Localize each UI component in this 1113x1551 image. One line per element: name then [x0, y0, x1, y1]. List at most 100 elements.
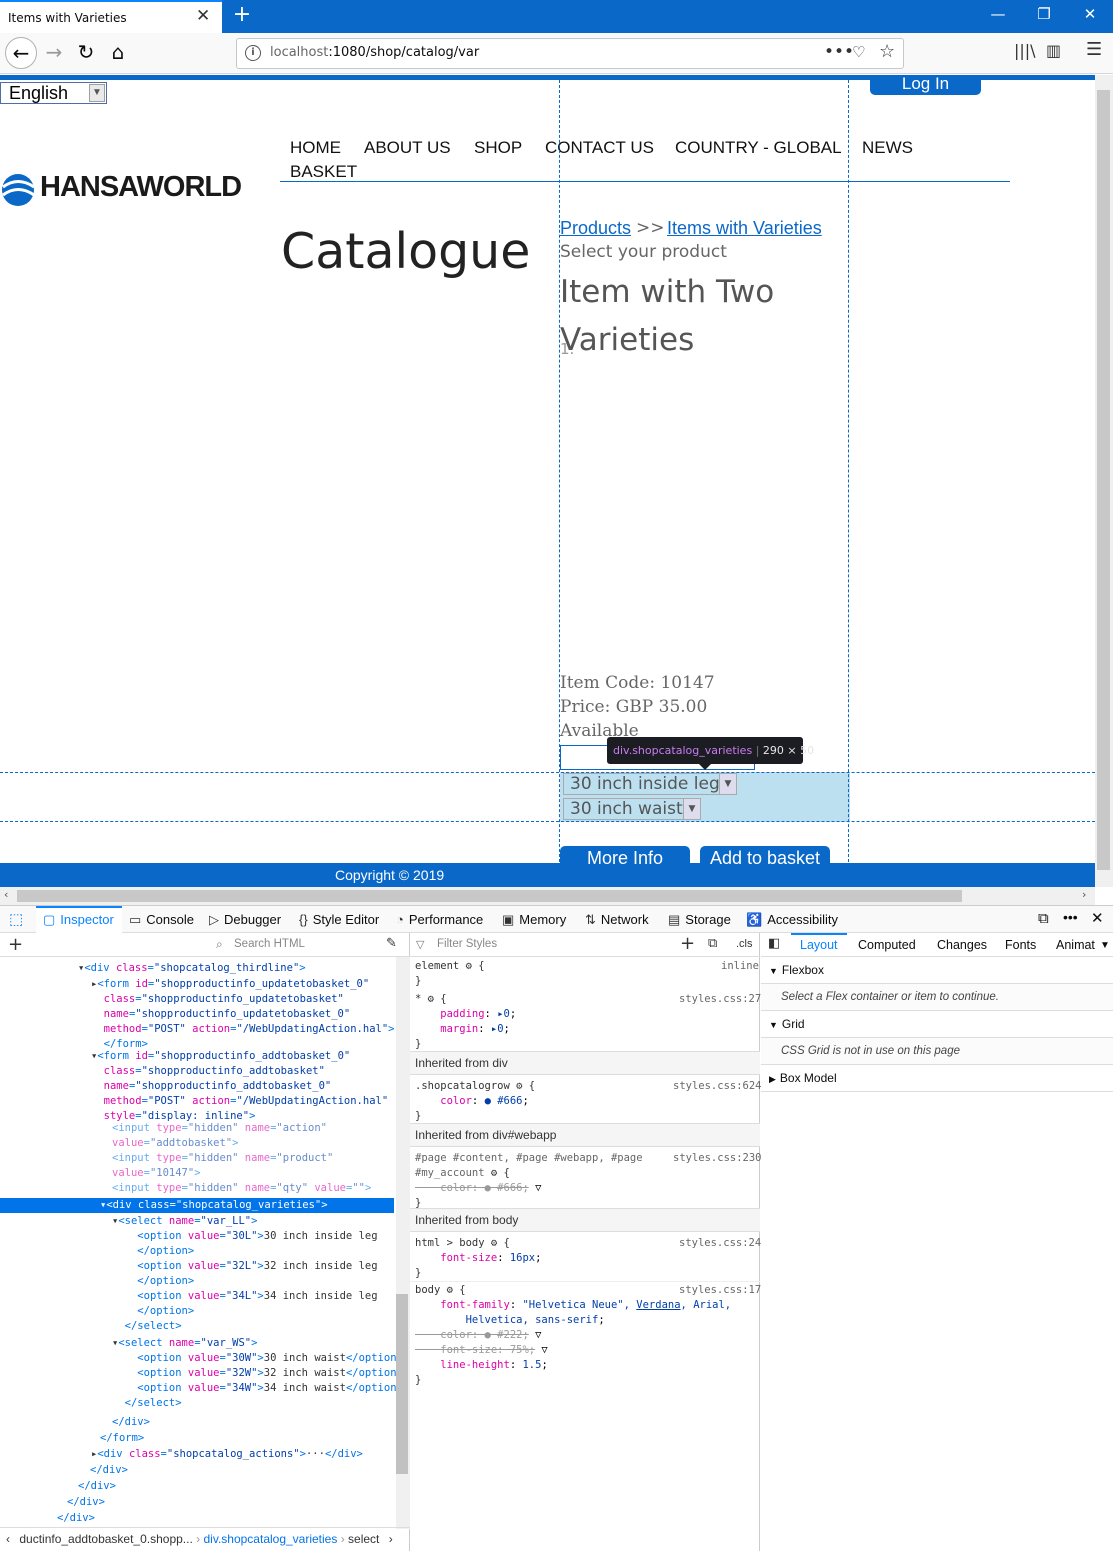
tree-line[interactable]: </form>: [100, 1431, 144, 1446]
add-node-icon[interactable]: +: [8, 934, 23, 955]
tab-performance[interactable]: ◔ Performance: [396, 912, 483, 927]
menu-basket[interactable]: BASKET: [290, 162, 357, 182]
site-info-icon[interactable]: i: [245, 45, 261, 61]
close-devtools-icon[interactable]: ✕: [1091, 909, 1104, 927]
grid-section[interactable]: ▼ Grid: [761, 1011, 1113, 1038]
add-to-basket-button[interactable]: Add to basket: [700, 846, 830, 876]
breadcrumb-products[interactable]: Products: [560, 218, 631, 239]
more-options-icon[interactable]: •••: [1063, 909, 1078, 925]
tab-style-editor[interactable]: {} Style Editor: [299, 912, 379, 927]
tabs-overflow-icon[interactable]: ▼: [1100, 940, 1110, 951]
box-model-section[interactable]: ▶ Box Model: [761, 1065, 1113, 1092]
scroll-right-icon[interactable]: ›: [1082, 888, 1086, 901]
crumb-varieties[interactable]: div.shopcatalog_varieties: [204, 1532, 338, 1546]
url-text[interactable]: localhost:1080/shop/catalog/var: [270, 45, 479, 60]
toggle-sidebar-icon[interactable]: ◧: [768, 936, 780, 951]
close-window-icon[interactable]: ✕: [1070, 5, 1110, 23]
close-tab-icon[interactable]: ✕: [196, 6, 210, 26]
tree-line[interactable]: </div>: [90, 1463, 128, 1478]
menu-news[interactable]: NEWS: [862, 138, 913, 158]
restore-icon[interactable]: ❐: [1024, 5, 1064, 23]
menu-home[interactable]: HOME: [290, 138, 341, 158]
tab-changes[interactable]: Changes: [937, 938, 987, 952]
tree-line[interactable]: </div>: [112, 1415, 150, 1430]
rule-universal[interactable]: * ⚙ { padding: ▸0; margin: ▸0; }: [415, 992, 516, 1052]
tab-computed[interactable]: Computed: [858, 938, 916, 952]
tree-line[interactable]: </div>: [78, 1479, 116, 1494]
url-bar[interactable]: i localhost:1080/shop/catalog/var ••• ♡ …: [236, 38, 904, 69]
tree-select-waist[interactable]: ▾<select name="var_WS"> <option value="3…: [112, 1336, 403, 1411]
menu-country-global[interactable]: COUNTRY - GLOBAL: [675, 138, 842, 158]
toggle-pseudo-icon[interactable]: ⧉: [708, 936, 717, 951]
hansaworld-logo[interactable]: HANSAWORLD: [0, 170, 260, 210]
rule-shopcatalogrow[interactable]: .shopcatalogrow ⚙ { color: ● #666; }: [415, 1079, 535, 1124]
sidebar-icon[interactable]: ▥: [1046, 41, 1061, 60]
rule-page-webapp-source[interactable]: styles.css:230: [673, 1151, 762, 1166]
variety-leg-select[interactable]: 30 inch inside leg ▼: [563, 773, 737, 795]
tab-accessibility[interactable]: ♿ Accessibility: [746, 912, 838, 928]
rule-shopcatalogrow-source[interactable]: styles.css:624: [673, 1079, 762, 1094]
tab-debugger[interactable]: ▷ Debugger: [209, 912, 281, 928]
tree-line[interactable]: </div>: [67, 1495, 105, 1510]
rule-page-webapp[interactable]: #page #content, #page #webapp, #page #my…: [415, 1151, 643, 1211]
tab-animations[interactable]: Animat: [1056, 938, 1095, 952]
tab-memory[interactable]: ▣ Memory: [502, 912, 566, 928]
page-horizontal-scroll-thumb[interactable]: [17, 890, 962, 902]
tree-line[interactable]: ▸<div class="shopcatalog_actions">···</d…: [91, 1447, 363, 1462]
reload-icon[interactable]: ↻: [70, 37, 102, 69]
menu-contact-us[interactable]: CONTACT US: [545, 138, 654, 158]
dock-icon[interactable]: ⧉: [1038, 910, 1049, 927]
filter-styles-input[interactable]: Filter Styles: [437, 938, 497, 950]
pocket-icon[interactable]: ♡: [852, 43, 865, 61]
rule-universal-source[interactable]: styles.css:27: [679, 992, 761, 1007]
element-picker-icon[interactable]: ⬚: [9, 910, 23, 928]
scroll-left-icon[interactable]: ‹: [4, 888, 8, 901]
browser-tab[interactable]: Items with Varieties ✕: [0, 0, 222, 33]
tab-layout[interactable]: Layout: [800, 938, 838, 952]
rule-body[interactable]: body ⚙ { font-family: "Helvetica Neue", …: [415, 1283, 731, 1388]
back-arrow-icon[interactable]: ←: [5, 37, 37, 69]
cls-toggle[interactable]: .cls: [736, 938, 753, 950]
new-tab-icon[interactable]: +: [230, 2, 254, 27]
tree-select-leg[interactable]: ▾<select name="var_LL"> <option value="3…: [112, 1214, 378, 1334]
rule-html-body[interactable]: html > body ⚙ { font-size: 16px; }: [415, 1236, 541, 1281]
variety-waist-select[interactable]: 30 inch waist ▼: [563, 798, 701, 820]
crumb-form[interactable]: ductinfo_addtobasket_0.shopp...: [19, 1532, 192, 1546]
tree-line[interactable]: ▾<div class="shopcatalog_thirdline">: [78, 961, 306, 976]
tree-line[interactable]: ▾<form id="shopproductinfo_addtobasket_0…: [91, 1049, 388, 1124]
bookmark-star-icon[interactable]: ☆: [879, 41, 895, 62]
crumb-right-arrow-icon[interactable]: ›: [389, 1532, 393, 1546]
tab-network[interactable]: ⇅ Network: [585, 912, 649, 928]
markup-scrollbar[interactable]: [396, 957, 410, 1529]
menu-hamburger-icon[interactable]: ☰: [1086, 39, 1102, 60]
search-html-input[interactable]: Search HTML: [234, 938, 305, 950]
flexbox-section[interactable]: ▼ Flexbox: [761, 957, 1113, 984]
tree-line[interactable]: </div>: [57, 1511, 95, 1526]
rule-element[interactable]: element ⚙ { }: [415, 959, 485, 989]
rule-element-source[interactable]: inline: [721, 959, 759, 974]
page-vertical-scroll-thumb[interactable]: [1097, 90, 1110, 870]
eyedropper-icon[interactable]: ✎: [386, 936, 397, 951]
tab-inspector[interactable]: ▢ Inspector: [43, 912, 114, 928]
more-info-button[interactable]: More Info: [560, 846, 690, 876]
page-actions-icon[interactable]: •••: [824, 42, 854, 62]
crumb-select[interactable]: select: [348, 1532, 379, 1546]
rule-html-body-source[interactable]: styles.css:24: [679, 1236, 761, 1251]
add-rule-icon[interactable]: +: [680, 933, 695, 954]
forward-arrow-icon[interactable]: →: [38, 37, 70, 69]
crumb-left-arrow-icon[interactable]: ‹: [6, 1532, 10, 1546]
menu-shop[interactable]: SHOP: [474, 138, 522, 158]
home-icon[interactable]: ⌂: [102, 37, 134, 69]
breadcrumb-items-with-varieties[interactable]: Items with Varieties: [667, 218, 822, 239]
library-icon[interactable]: |||\: [1014, 41, 1036, 60]
rule-body-source[interactable]: styles.css:17: [679, 1283, 761, 1298]
login-button[interactable]: Log In: [870, 75, 981, 95]
markup-scroll-thumb[interactable]: [396, 1294, 408, 1474]
tab-storage[interactable]: ▤ Storage: [668, 912, 731, 928]
tree-line[interactable]: <input type="hidden" name="action" value…: [112, 1121, 371, 1196]
minimize-icon[interactable]: —: [978, 5, 1018, 23]
selected-tree-node[interactable]: ▾<div class="shopcatalog_varieties">: [0, 1198, 394, 1213]
tab-fonts[interactable]: Fonts: [1005, 938, 1036, 952]
tree-line[interactable]: ▸<form id="shopproductinfo_updatetobaske…: [91, 977, 396, 1052]
menu-about-us[interactable]: ABOUT US: [364, 138, 451, 158]
